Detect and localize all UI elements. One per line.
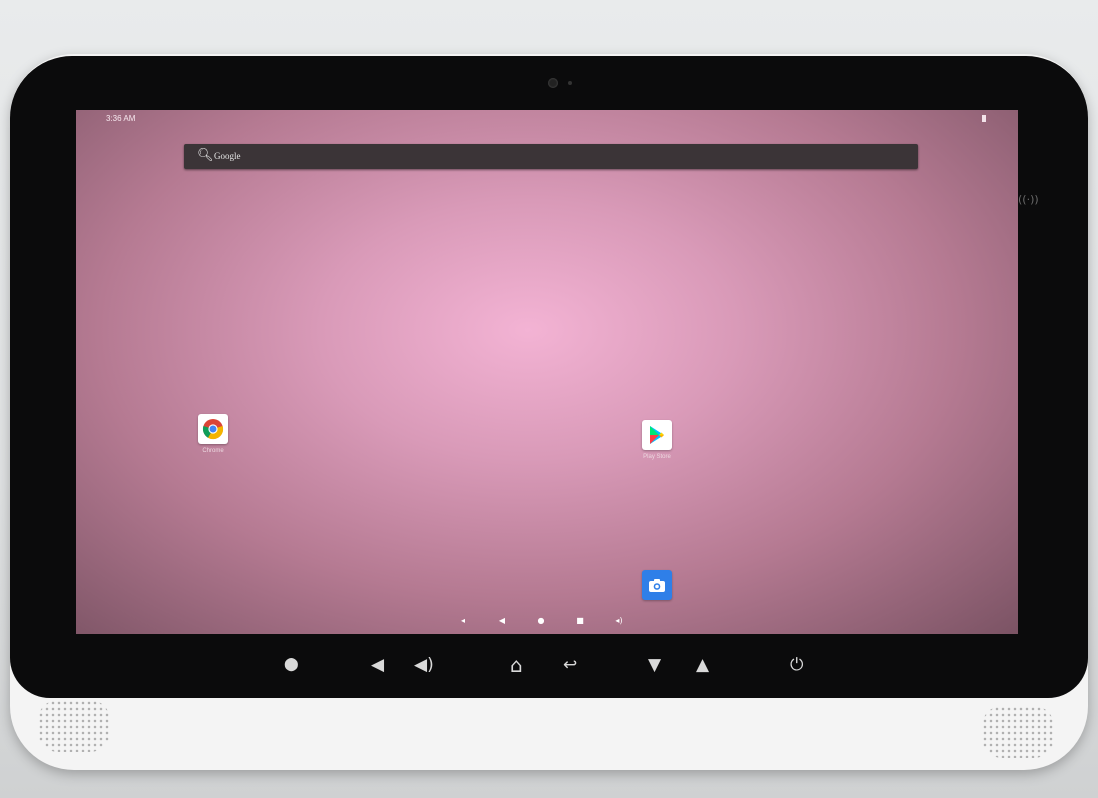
app-chrome[interactable]: Chrome [191, 414, 235, 454]
location-pin-icon[interactable]: ⬤ [284, 650, 299, 680]
nav-volume-up-button[interactable]: ◂) [612, 616, 626, 625]
right-speaker-grille [982, 706, 1054, 758]
home-screen: 3:36 AM 🔍︎ Google Chrome Play Store ◂ ◀ … [76, 110, 1018, 634]
hw-power-button[interactable]: ⏻ [790, 650, 803, 680]
app-label: Chrome [202, 448, 224, 454]
status-bar: 3:36 AM [76, 110, 1018, 126]
app-play-store[interactable]: Play Store [635, 420, 679, 460]
camera-sensor [568, 81, 572, 85]
hw-volume-up-button[interactable]: ◀) [414, 650, 434, 680]
hw-brightness-down-button[interactable]: ▼ [648, 650, 661, 680]
search-label: Google [214, 151, 241, 161]
hw-home-button[interactable]: ⌂ [510, 650, 523, 680]
hw-back-button[interactable]: ↩ [563, 650, 577, 680]
nav-back-button[interactable]: ◀ [495, 616, 509, 625]
app-camera[interactable] [642, 570, 672, 600]
play-store-icon [642, 420, 672, 450]
camera-icon [642, 570, 672, 600]
search-icon: 🔍︎ [197, 148, 214, 163]
status-time: 3:36 AM [106, 114, 136, 123]
nav-home-button[interactable]: ● [534, 616, 548, 625]
nav-volume-down-button[interactable]: ◂ [456, 616, 470, 625]
hw-volume-down-button[interactable]: ◀ [371, 650, 384, 680]
software-nav-bar: ◂ ◀ ● ■ ◂) [456, 614, 626, 626]
google-search-bar[interactable]: 🔍︎ Google [184, 144, 918, 169]
battery-icon [982, 115, 986, 122]
nfc-icon: ((·)) [1018, 193, 1039, 206]
app-label: Play Store [643, 454, 671, 460]
front-camera [548, 78, 558, 88]
nav-recents-button[interactable]: ■ [573, 616, 587, 625]
hw-brightness-up-button[interactable]: ▲ [696, 650, 709, 680]
hardware-button-bar: ⬤ ◀ ◀) ⌂ ↩ ▼ ▲ ⏻ [0, 650, 1098, 680]
chrome-icon [198, 414, 228, 444]
left-speaker-grille [38, 700, 110, 752]
